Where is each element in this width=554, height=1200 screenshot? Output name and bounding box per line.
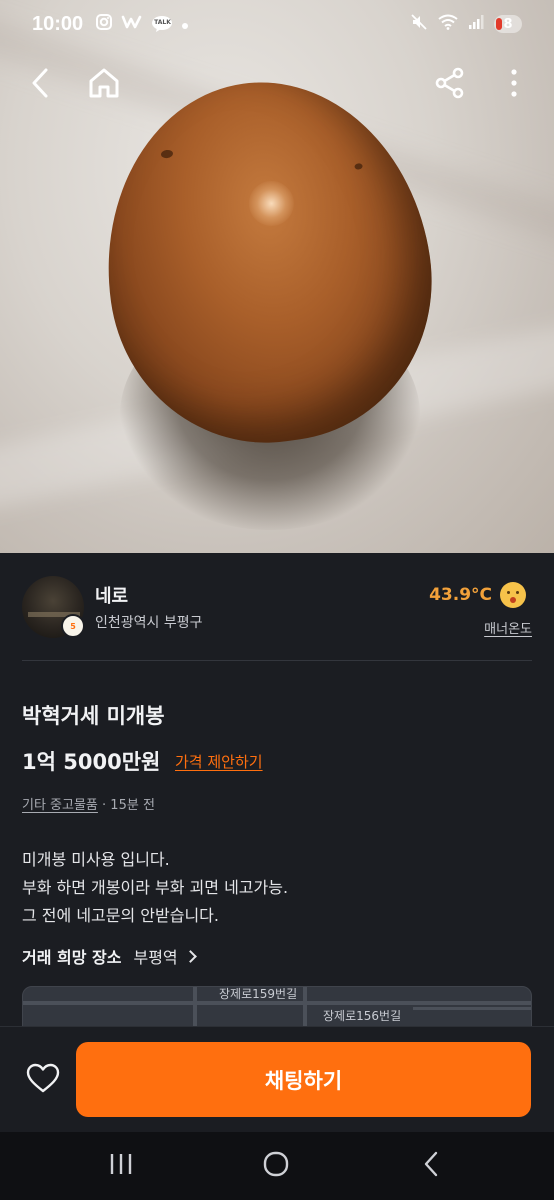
trade-place-row[interactable]: 거래 희망 장소 부평역 (22, 944, 197, 968)
instagram-icon (95, 13, 113, 36)
mute-icon (410, 13, 428, 36)
egg-highlight (245, 178, 297, 229)
seller-profile[interactable]: 5 네로 인천광역시 부평구 43.9°C 매너온도 (22, 576, 532, 642)
egg-spot (160, 149, 174, 159)
kakaotalk-icon: TALK (151, 15, 173, 33)
manner-temperature-link[interactable]: 매너온도 (484, 618, 532, 637)
recent-apps-button[interactable] (96, 1150, 146, 1182)
description-line: 그 전에 네고문의 안받습니다. (22, 906, 219, 925)
description-line: 미개봉 미사용 입니다. (22, 850, 170, 869)
manner-temperature: 43.9°C (429, 582, 526, 608)
signal-icon (468, 13, 484, 35)
egg-spot (354, 162, 363, 170)
share-button[interactable] (426, 58, 474, 112)
chevron-left-icon (29, 67, 51, 103)
like-button[interactable] (24, 1063, 62, 1097)
share-icon (434, 67, 466, 103)
system-nav-bar (0, 1132, 554, 1200)
chat-button[interactable]: 채팅하기 (76, 1042, 531, 1117)
heart-icon (26, 1063, 60, 1097)
status-right-icons: 8 (410, 13, 522, 36)
chevron-left-icon (422, 1151, 440, 1181)
more-vertical-icon (510, 68, 518, 102)
back-nav-button[interactable] (406, 1150, 456, 1182)
home-button[interactable] (80, 58, 128, 112)
circle-home-icon (262, 1150, 290, 1182)
badge-text: 5 (70, 621, 76, 631)
product-meta: 기타 중고물품 · 15분 전 (22, 794, 155, 813)
map-road (413, 1007, 531, 1010)
divider (22, 660, 532, 661)
status-left-icons: TALK (95, 13, 189, 36)
dot-icon (181, 13, 189, 35)
product-description: 미개봉 미사용 입니다. 부화 하면 개봉이라 부화 괴면 네고가능. 그 전에… (22, 846, 288, 930)
map-label: 장제로159번길 (219, 987, 298, 1001)
trade-place-value: 부평역 (133, 948, 178, 967)
map-label: 장제로156번길 (323, 1009, 402, 1023)
home-icon (87, 67, 121, 103)
status-bar: 10:00 TALK 8 (0, 0, 554, 48)
battery-indicator: 8 (494, 15, 522, 33)
map-road (303, 987, 307, 1029)
bottom-action-bar: 채팅하기 (0, 1026, 554, 1132)
talk-label: TALK (154, 19, 171, 26)
price-offer-link[interactable]: 가격 제안하기 (175, 751, 263, 772)
seller-badge: 5 (61, 614, 85, 638)
product-price: 1억 5000만원 (22, 750, 161, 774)
seller-location: 인천광역시 부평구 (95, 615, 203, 631)
wifi-icon (438, 13, 458, 35)
description-line: 부화 하면 개봉이라 부화 괴면 네고가능. (22, 878, 289, 897)
home-nav-button[interactable] (251, 1150, 301, 1182)
more-button[interactable] (490, 58, 538, 112)
trade-place-map[interactable]: 장제로159번길 장제로156번길 (22, 986, 532, 1030)
back-button[interactable] (16, 58, 64, 112)
product-title: 박혁거세 미개봉 (22, 704, 165, 728)
chevron-right-icon (183, 949, 197, 963)
category-link[interactable]: 기타 중고물품 (22, 798, 98, 813)
screen: 10:00 TALK 8 5 네로 인천광역시 부평구 43.9°C 매너온도 … (0, 0, 554, 1200)
status-time: 10:00 (32, 12, 84, 35)
temperature-value: 43.9°C (429, 585, 492, 605)
time-ago: · 15분 전 (102, 798, 155, 813)
seller-name: 네로 (95, 586, 129, 607)
recent-apps-icon (108, 1152, 134, 1180)
temperature-face-icon (500, 582, 526, 608)
w-app-icon (121, 13, 143, 35)
trade-place-label: 거래 희망 장소 (22, 948, 122, 967)
top-nav (0, 58, 554, 112)
map-road (193, 987, 197, 1029)
